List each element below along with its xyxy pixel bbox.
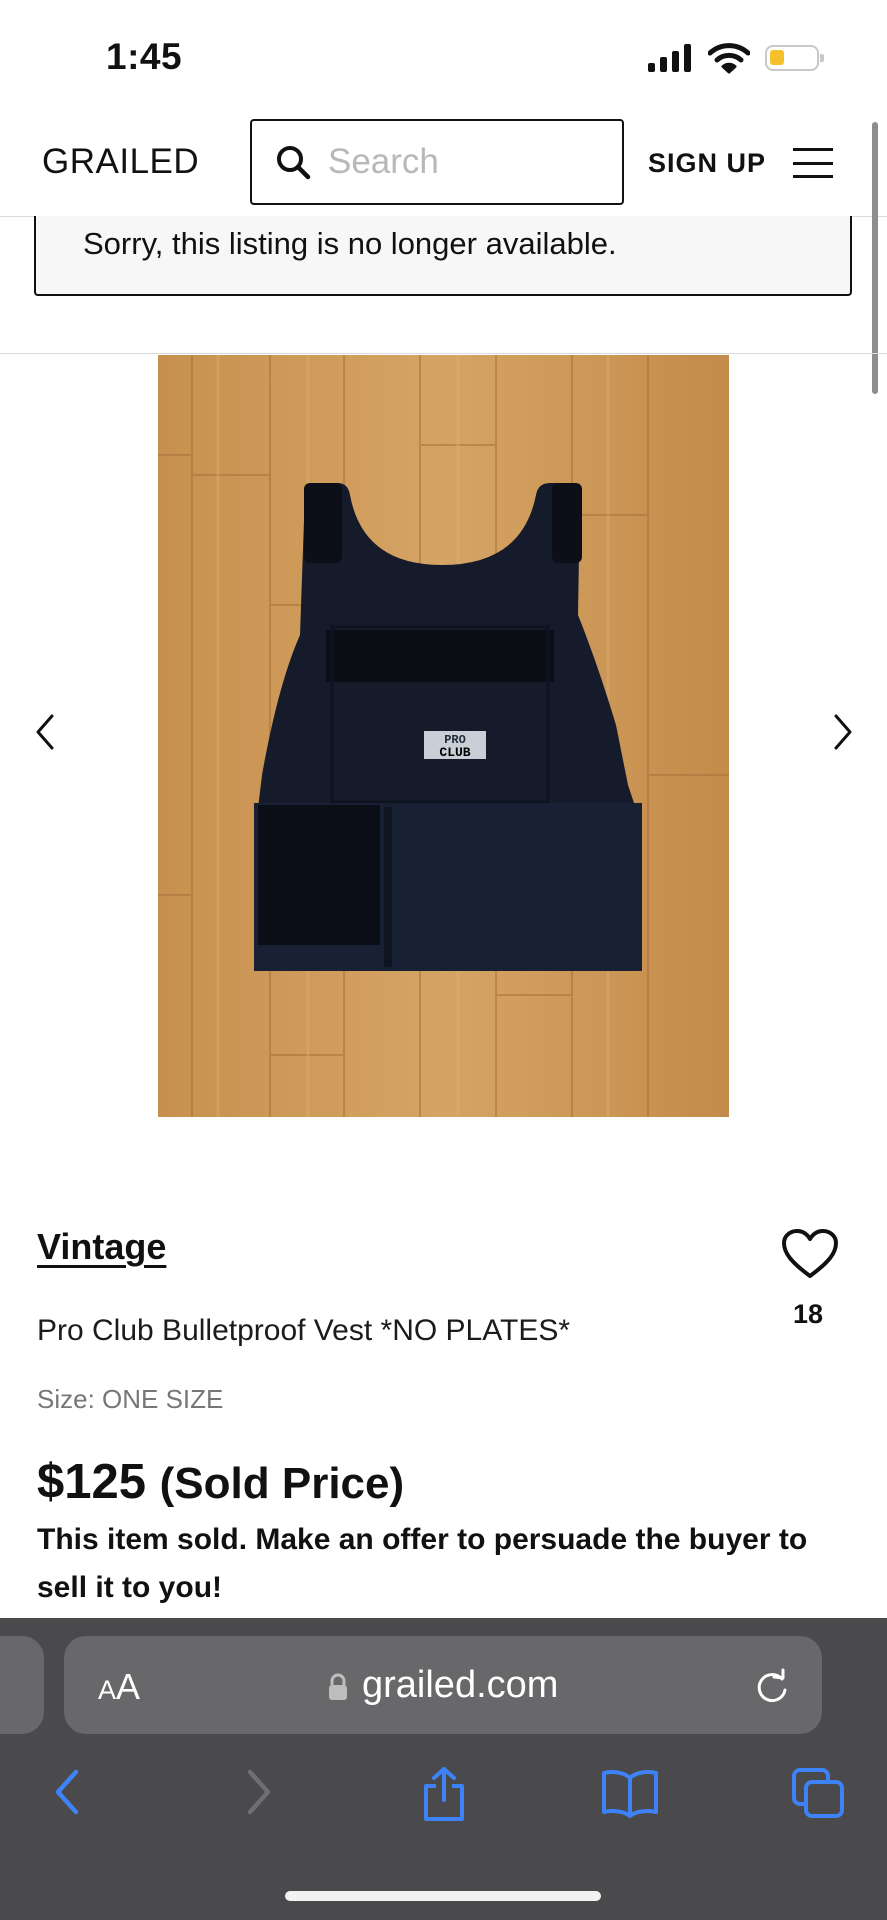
text-size-button[interactable]: AA xyxy=(98,1666,140,1708)
forward-button[interactable] xyxy=(238,1766,278,1823)
chevron-left-icon xyxy=(36,714,54,750)
search-box[interactable] xyxy=(250,119,624,205)
heart-icon xyxy=(782,1229,838,1278)
patch-text-club: CLUB xyxy=(439,745,470,760)
next-image-button[interactable] xyxy=(822,712,862,752)
product-size: Size: ONE SIZE xyxy=(37,1384,224,1414)
section-divider xyxy=(0,353,887,354)
product-photo[interactable]: PRO CLUB xyxy=(158,355,729,1117)
previous-image-button[interactable] xyxy=(26,712,66,752)
listing-unavailable-notice: Sorry, this listing is no longer availab… xyxy=(34,216,852,296)
grailed-logo[interactable]: GRAILED xyxy=(42,142,199,182)
price-value: $125 xyxy=(37,1455,147,1509)
wifi-icon xyxy=(707,42,751,79)
notice-text: Sorry, this listing is no longer availab… xyxy=(83,226,617,261)
back-icon xyxy=(55,1769,79,1815)
sign-up-link[interactable]: SIGN UP xyxy=(648,148,766,179)
reload-icon[interactable] xyxy=(752,1668,792,1713)
status-time: 1:45 xyxy=(106,36,183,77)
sold-message: This item sold. Make an offer to persuad… xyxy=(37,1523,808,1604)
cellular-signal-icon xyxy=(648,44,691,72)
back-button[interactable] xyxy=(48,1766,88,1823)
lock-icon xyxy=(327,1673,349,1706)
forward-icon xyxy=(247,1769,271,1815)
tabs-button[interactable] xyxy=(790,1766,846,1825)
battery-level xyxy=(770,50,784,65)
tabs-icon xyxy=(792,1768,844,1818)
url-domain[interactable]: grailed.com xyxy=(362,1664,558,1707)
favorite-count: 18 xyxy=(792,1299,824,1329)
price-note: (Sold Price) xyxy=(159,1459,405,1508)
battery-icon xyxy=(765,45,824,71)
share-button[interactable] xyxy=(420,1766,468,1827)
search-icon xyxy=(274,143,312,181)
hamburger-menu-icon[interactable] xyxy=(793,148,833,178)
bookmarks-icon xyxy=(602,1770,658,1818)
previous-tab-preview[interactable] xyxy=(0,1636,44,1734)
brand-link[interactable]: Vintage xyxy=(37,1226,166,1268)
home-indicator[interactable] xyxy=(285,1891,601,1901)
share-icon xyxy=(424,1767,464,1821)
sold-price: $125 (Sold Price) xyxy=(37,1454,404,1510)
favorite-button[interactable] xyxy=(781,1228,839,1285)
product-title: Pro Club Bulletproof Vest *NO PLATES* xyxy=(37,1314,571,1347)
search-input[interactable] xyxy=(326,141,600,183)
chevron-right-icon xyxy=(834,714,852,750)
bookmarks-button[interactable] xyxy=(600,1766,660,1823)
